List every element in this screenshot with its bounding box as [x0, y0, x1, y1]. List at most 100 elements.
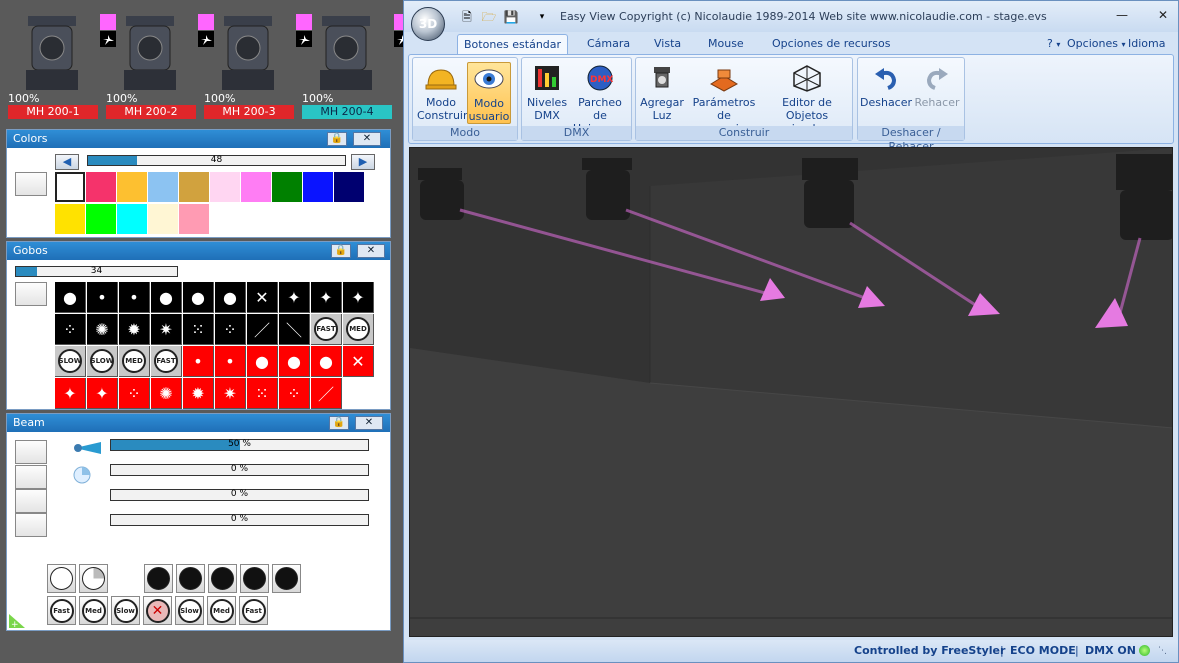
fixture-2[interactable]: 100% MH 200-2	[106, 0, 214, 120]
gobo-button[interactable]: ●	[151, 282, 182, 313]
speed-button[interactable]: Slow	[111, 596, 140, 625]
gobo-button[interactable]: ✦	[311, 282, 342, 313]
niveles-dmx-button[interactable]: Niveles DMX	[526, 62, 568, 124]
gobo-button[interactable]: •	[183, 346, 214, 377]
parametros-escenario-button[interactable]: Parámetros de escenario...	[686, 62, 762, 135]
beam-shape-button[interactable]	[144, 564, 173, 593]
gobo-button[interactable]: ⁙	[247, 378, 278, 409]
lock-icon[interactable]: 🔒	[327, 132, 347, 146]
color-swatch[interactable]	[55, 172, 85, 202]
gobo-button[interactable]: ／	[311, 378, 342, 409]
beam-button-3[interactable]	[15, 489, 47, 513]
speed-button[interactable]: Slow	[175, 596, 204, 625]
gobo-button[interactable]: ✦	[343, 282, 374, 313]
status-eco-mode[interactable]: ECO MODE	[1010, 644, 1076, 657]
colors-prev-button[interactable]: ◀	[55, 154, 79, 170]
minimize-icon[interactable]: —	[1115, 8, 1129, 22]
gobo-button[interactable]: ✷	[151, 314, 182, 345]
new-file-icon[interactable]: 🗎	[459, 9, 475, 25]
gobo-button[interactable]: MED	[343, 314, 374, 345]
gobo-button[interactable]: ✦	[55, 378, 86, 409]
3d-viewport[interactable]	[409, 147, 1173, 637]
speed-button[interactable]: Med	[79, 596, 108, 625]
color-swatch[interactable]	[241, 172, 271, 202]
colors-slider[interactable]: 48	[87, 155, 346, 166]
beam-shape-button[interactable]	[240, 564, 269, 593]
tab-botones-estandar[interactable]: Botones estándar	[457, 34, 569, 55]
gobo-button[interactable]: ✦	[87, 378, 118, 409]
tab-camara[interactable]: Cámara	[581, 34, 636, 54]
speed-button[interactable]: Fast	[47, 596, 76, 625]
gobo-button[interactable]: SLOW	[87, 346, 118, 377]
close-icon[interactable]: ✕	[353, 132, 381, 146]
gobo-button[interactable]: •	[119, 282, 150, 313]
beam-shape-button[interactable]	[176, 564, 205, 593]
fixture-4[interactable]: 100% MH 200-4	[302, 0, 410, 120]
gobo-button[interactable]: ●	[183, 282, 214, 313]
beam-shape-button[interactable]	[208, 564, 237, 593]
gobo-button[interactable]: •	[215, 346, 246, 377]
close-icon[interactable]: ✕	[355, 416, 383, 430]
beam-slider[interactable]: 0 %	[110, 489, 369, 501]
color-swatch[interactable]	[55, 204, 85, 234]
beam-button-1[interactable]	[15, 440, 47, 464]
gobo-button[interactable]: ✕	[247, 282, 278, 313]
gobos-open-button[interactable]	[15, 282, 47, 306]
beam-slider[interactable]: 0 %	[110, 514, 369, 526]
beam-slider[interactable]: 0 %	[110, 464, 369, 476]
gobo-button[interactable]: ⁙	[183, 314, 214, 345]
gobo-button[interactable]: ⁘	[279, 378, 310, 409]
color-swatch[interactable]	[148, 172, 178, 202]
beam-button-2[interactable]	[15, 465, 47, 489]
beam-button-4[interactable]	[15, 513, 47, 537]
gobo-button[interactable]: ⁘	[119, 378, 150, 409]
gobo-button[interactable]: •	[87, 282, 118, 313]
gobo-button[interactable]: ●	[215, 282, 246, 313]
tab-mouse[interactable]: Mouse	[702, 34, 750, 54]
gobo-button[interactable]: ●	[279, 346, 310, 377]
gobo-button[interactable]: ●	[311, 346, 342, 377]
fixture-3[interactable]: 100% MH 200-3	[204, 0, 312, 120]
gobo-button[interactable]: ✕	[343, 346, 374, 377]
add-icon[interactable]: +	[7, 612, 27, 630]
save-icon[interactable]: 💾	[503, 9, 519, 25]
quick-access-dropdown-icon[interactable]: ▾	[534, 9, 550, 25]
lock-icon[interactable]: 🔒	[329, 416, 349, 430]
colors-open-button[interactable]	[15, 172, 47, 196]
color-swatch[interactable]	[334, 172, 364, 202]
gobo-button[interactable]: MED	[119, 346, 150, 377]
close-icon[interactable]: ✕	[357, 244, 385, 258]
gobo-button[interactable]: ✦	[279, 282, 310, 313]
tab-vista[interactable]: Vista	[648, 34, 687, 54]
color-swatch[interactable]	[117, 204, 147, 234]
parcheo-universos-button[interactable]: DMX Parcheo de Universos	[570, 62, 630, 135]
agregar-luz-button[interactable]: Agregar Luz	[638, 62, 686, 124]
beam-shape-button[interactable]	[47, 564, 76, 593]
gobo-button[interactable]: ＼	[279, 314, 310, 345]
gobo-button[interactable]: ✺	[87, 314, 118, 345]
fixture-1[interactable]: 100% MH 200-1	[8, 0, 116, 120]
gobo-button[interactable]: ✹	[183, 378, 214, 409]
color-swatch[interactable]	[303, 172, 333, 202]
gobo-button[interactable]: ✷	[215, 378, 246, 409]
speed-button[interactable]: Med	[207, 596, 236, 625]
opciones-menu[interactable]: Opciones ▾	[1061, 34, 1131, 54]
beam-slider[interactable]: 50 %	[110, 439, 369, 451]
beam-shape-button[interactable]	[79, 564, 108, 593]
gobo-button[interactable]: ✺	[151, 378, 182, 409]
close-window-icon[interactable]: ✕	[1156, 8, 1170, 22]
gobo-button[interactable]: FAST	[311, 314, 342, 345]
speed-button[interactable]: Fast	[239, 596, 268, 625]
color-swatch[interactable]	[117, 172, 147, 202]
gobo-button[interactable]: FAST	[151, 346, 182, 377]
idioma-menu[interactable]: Idioma ▾	[1122, 34, 1178, 69]
gobo-button[interactable]: ●	[247, 346, 278, 377]
color-swatch[interactable]	[272, 172, 302, 202]
lock-icon[interactable]: 🔒	[331, 244, 351, 258]
gobo-button[interactable]: ⁘	[215, 314, 246, 345]
rehacer-button[interactable]: Rehacer	[912, 62, 962, 124]
modo-usuario-button[interactable]: Modo usuario	[467, 62, 511, 124]
editor-objetos-button[interactable]: Editor de Objetos simples	[764, 62, 850, 135]
colors-next-button[interactable]: ▶	[351, 154, 375, 170]
stop-button[interactable]: ✕	[143, 596, 172, 625]
